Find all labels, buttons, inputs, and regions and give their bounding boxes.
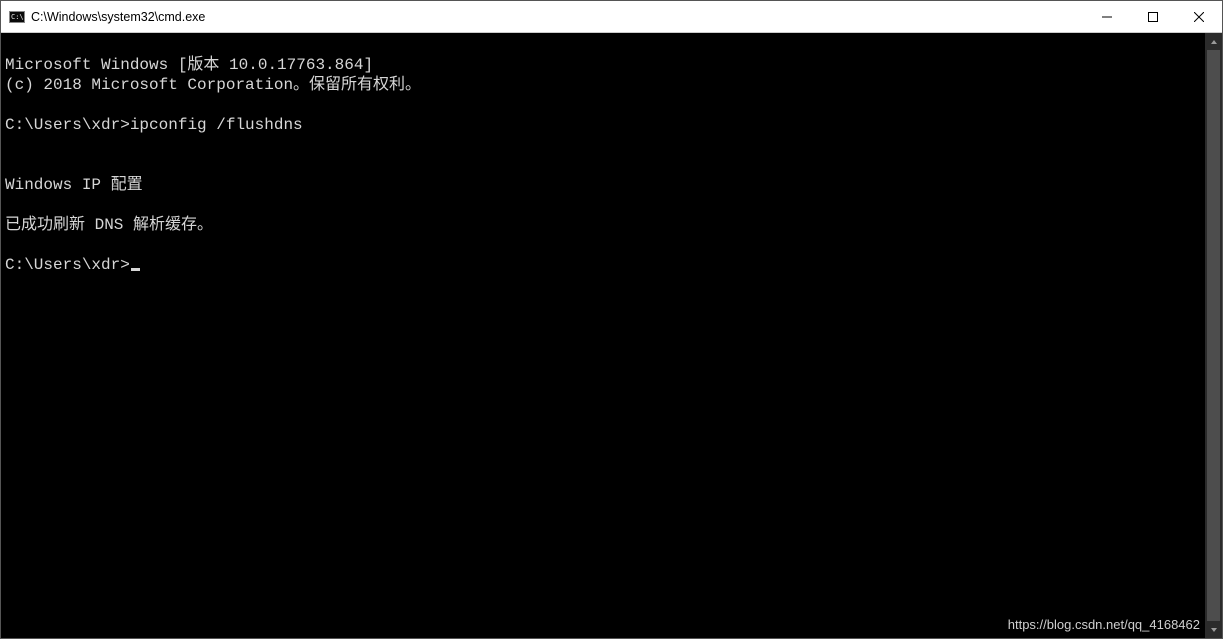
cmd-icon: C:\ bbox=[9, 9, 25, 25]
console-line: 已成功刷新 DNS 解析缓存。 bbox=[5, 216, 213, 234]
scroll-thumb[interactable] bbox=[1207, 50, 1220, 621]
titlebar[interactable]: C:\ C:\Windows\system32\cmd.exe bbox=[1, 1, 1222, 33]
typed-command: ipconfig /flushdns bbox=[130, 115, 303, 135]
console-line: Windows IP 配置 bbox=[5, 176, 143, 194]
close-button[interactable] bbox=[1176, 1, 1222, 32]
console-output[interactable]: Microsoft Windows [版本 10.0.17763.864] (c… bbox=[1, 33, 1205, 638]
scroll-track[interactable] bbox=[1205, 50, 1222, 621]
prompt: C:\Users\xdr> bbox=[5, 115, 130, 135]
minimize-button[interactable] bbox=[1084, 1, 1130, 32]
prompt: C:\Users\xdr> bbox=[5, 255, 130, 275]
text-cursor bbox=[131, 268, 140, 271]
window-title: C:\Windows\system32\cmd.exe bbox=[31, 10, 205, 24]
client-area: Microsoft Windows [版本 10.0.17763.864] (c… bbox=[1, 33, 1222, 638]
svg-text:C:\: C:\ bbox=[11, 13, 24, 21]
maximize-button[interactable] bbox=[1130, 1, 1176, 32]
scroll-up-arrow[interactable] bbox=[1205, 33, 1222, 50]
cmd-window: C:\ C:\Windows\system32\cmd.exe Microsof… bbox=[0, 0, 1223, 639]
window-controls bbox=[1084, 1, 1222, 32]
scroll-down-arrow[interactable] bbox=[1205, 621, 1222, 638]
vertical-scrollbar[interactable] bbox=[1205, 33, 1222, 638]
console-line: Microsoft Windows [版本 10.0.17763.864] bbox=[5, 56, 373, 74]
console-line: (c) 2018 Microsoft Corporation。保留所有权利。 bbox=[5, 76, 421, 94]
